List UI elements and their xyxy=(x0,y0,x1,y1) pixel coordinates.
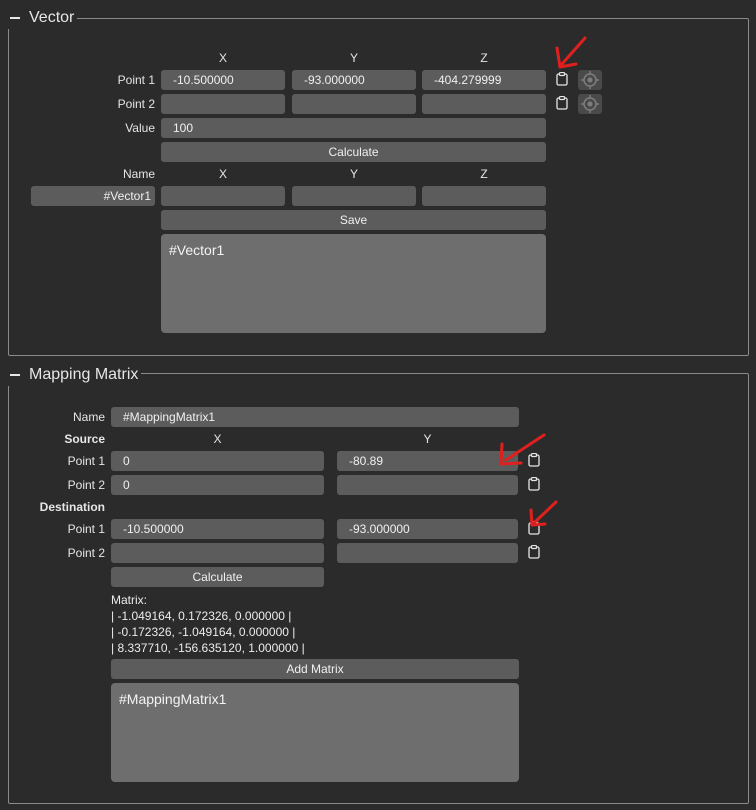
vector-point1-y-field[interactable]: -93.000000 xyxy=(292,70,416,90)
vector-point1-label: Point 1 xyxy=(117,73,155,87)
matrix-row-2: | -0.172326, -1.049164, 0.000000 | xyxy=(111,625,296,639)
target-button[interactable] xyxy=(578,94,602,114)
matrix-label: Matrix: xyxy=(111,593,147,607)
matrix-row-3: | 8.337710, -156.635120, 1.000000 | xyxy=(111,641,305,655)
clipboard-icon[interactable] xyxy=(556,96,568,110)
clipboard-icon[interactable] xyxy=(528,477,540,491)
vector-point1-x-field[interactable]: -10.500000 xyxy=(161,70,285,90)
mapping-col-x: X xyxy=(213,432,222,446)
red-arrow-annotation xyxy=(529,500,558,527)
source-point1-label: Point 1 xyxy=(67,454,105,468)
destination-point1-label: Point 1 xyxy=(67,522,105,536)
vector-save-button[interactable]: Save xyxy=(161,210,546,230)
destination-point2-y-field[interactable] xyxy=(337,543,518,563)
add-matrix-button[interactable]: Add Matrix xyxy=(111,659,519,679)
vector-value-field[interactable]: 100 xyxy=(161,118,546,138)
mapping-col-y: Y xyxy=(423,432,432,446)
mapping-output-textarea[interactable]: #MappingMatrix1 xyxy=(111,683,519,782)
vector-name-field[interactable]: #Vector1 xyxy=(31,186,155,206)
source-point2-x-field[interactable]: 0 xyxy=(111,475,324,495)
vector-result-x-field[interactable] xyxy=(161,186,285,206)
vector-result-col-x: X xyxy=(218,167,227,181)
mapping-matrix-group-header[interactable]: Mapping Matrix xyxy=(8,364,142,386)
vector-name-label: Name xyxy=(122,167,155,181)
source-point2-label: Point 2 xyxy=(67,478,105,492)
vector-group-header[interactable]: Vector xyxy=(8,7,78,29)
collapse-icon[interactable] xyxy=(10,17,20,19)
source-point1-y-field[interactable]: -80.89 xyxy=(337,451,518,471)
mapping-matrix-group-title: Mapping Matrix xyxy=(29,366,139,383)
destination-point1-y-field[interactable]: -93.000000 xyxy=(337,519,518,539)
vector-value-label: Value xyxy=(125,121,155,135)
vector-output-textarea[interactable]: #Vector1 xyxy=(161,234,546,333)
vector-result-y-field[interactable] xyxy=(292,186,416,206)
vector-point2-x-field[interactable] xyxy=(161,94,285,114)
target-icon xyxy=(581,95,599,113)
source-point2-y-field[interactable] xyxy=(337,475,518,495)
vector-calculate-button[interactable]: Calculate xyxy=(161,142,546,162)
destination-heading: Destination xyxy=(39,500,105,514)
vector-point1-z-field[interactable]: -404.279999 xyxy=(422,70,546,90)
collapse-icon[interactable] xyxy=(10,374,20,376)
source-heading: Source xyxy=(64,432,105,446)
vector-result-col-y: Y xyxy=(349,167,358,181)
destination-point1-x-field[interactable]: -10.500000 xyxy=(111,519,324,539)
destination-point2-x-field[interactable] xyxy=(111,543,324,563)
vector-group-title: Vector xyxy=(29,9,75,26)
vector-col-x: X xyxy=(218,51,227,65)
source-point1-x-field[interactable]: 0 xyxy=(111,451,324,471)
clipboard-icon[interactable] xyxy=(556,72,568,86)
clipboard-icon[interactable] xyxy=(528,545,540,559)
mapping-name-label: Name xyxy=(72,410,105,424)
vector-result-col-z: Z xyxy=(480,167,488,181)
vector-point2-label: Point 2 xyxy=(117,97,155,111)
vector-col-z: Z xyxy=(480,51,488,65)
vector-col-y: Y xyxy=(349,51,358,65)
red-arrow-annotation xyxy=(555,36,587,69)
vector-point2-z-field[interactable] xyxy=(422,94,546,114)
red-arrow-annotation xyxy=(499,433,546,466)
destination-point2-label: Point 2 xyxy=(67,546,105,560)
mapping-calculate-button[interactable]: Calculate xyxy=(111,567,324,587)
vector-point2-y-field[interactable] xyxy=(292,94,416,114)
matrix-row-1: | -1.049164, 0.172326, 0.000000 | xyxy=(111,609,292,623)
mapping-name-field[interactable]: #MappingMatrix1 xyxy=(111,407,519,427)
vector-result-z-field[interactable] xyxy=(422,186,546,206)
